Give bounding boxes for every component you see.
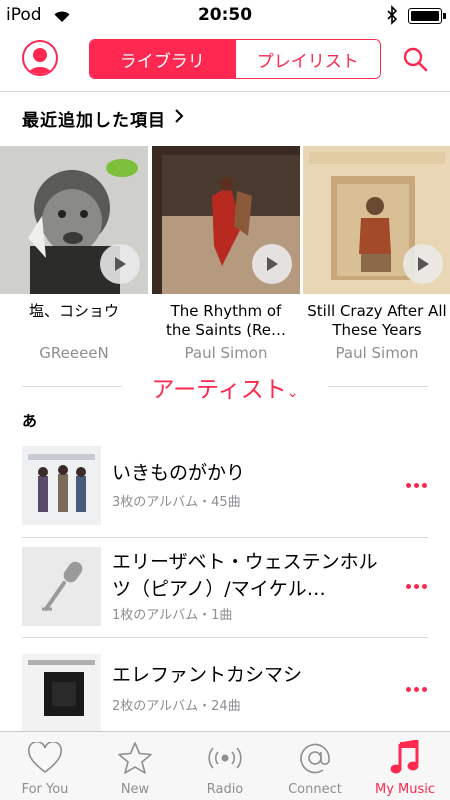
play-icon[interactable] [252, 244, 292, 284]
more-options-icon[interactable] [406, 687, 427, 692]
recently-added-header[interactable]: 最近追加した項目 [22, 106, 184, 131]
tab-connect[interactable]: Connect [270, 732, 360, 800]
radio-icon [180, 738, 270, 778]
play-icon[interactable] [100, 244, 140, 284]
tab-bar: For You New Radio Connect My Music [0, 731, 450, 800]
tab-for-you[interactable]: For You [0, 732, 90, 800]
bluetooth-icon [386, 5, 398, 29]
row-divider [22, 637, 428, 638]
tab-radio[interactable]: Radio [180, 732, 270, 800]
library-playlist-segmented-control: ライブラリ プレイリスト [89, 39, 381, 79]
tab-label: Connect [288, 782, 342, 797]
tab-label: My Music [374, 782, 436, 797]
segment-playlists[interactable]: プレイリスト [234, 40, 380, 78]
tab-label: For You [21, 782, 69, 797]
album-artist: Paul Simon [184, 344, 268, 362]
artist-detail: 3枚のアルバム・45曲 [112, 495, 241, 510]
album-title: The Rhythm of the Saints (Re… [165, 302, 287, 339]
chevron-right-icon [174, 108, 184, 129]
album-artist: Paul Simon [335, 344, 419, 362]
album-artwork [0, 146, 148, 294]
album-title: 塩、コショウ [28, 302, 119, 320]
artists-view-selector[interactable]: アーティスト⌄ [0, 370, 450, 404]
artist-thumbnail [22, 654, 101, 733]
segment-library[interactable]: ライブラリ [90, 40, 235, 78]
artist-detail: 2枚のアルバム・24曲 [112, 699, 241, 714]
tab-new[interactable]: New [90, 732, 180, 800]
heart-icon [0, 738, 90, 778]
artist-placeholder-thumbnail [22, 547, 101, 626]
battery-icon [408, 8, 446, 24]
star-icon [90, 738, 180, 778]
clock: 20:50 [197, 5, 253, 25]
music-note-icon [360, 738, 450, 778]
nav-bar: ライブラリ プレイリスト [0, 30, 450, 92]
tab-my-music[interactable]: My Music [360, 732, 450, 800]
account-avatar-button[interactable] [22, 40, 58, 76]
list-item[interactable]: エリーザベト・ウェステンホルツ（ピアノ）/マイケル… 1枚のアルバム・1曲 [0, 547, 450, 651]
row-divider [22, 537, 428, 538]
artist-thumbnail [22, 446, 101, 525]
album-artwork [303, 146, 450, 294]
tab-label: New [120, 782, 150, 797]
album-card[interactable]: 塩、コショウ GReeeeN [0, 146, 148, 362]
at-icon [270, 738, 360, 778]
play-icon[interactable] [403, 244, 443, 284]
index-letter: あ [22, 412, 38, 430]
list-item[interactable]: いきものがかり 3枚のアルバム・45曲 [0, 446, 450, 550]
more-options-icon[interactable] [406, 584, 427, 589]
artist-name: エレファントカシマシ [112, 664, 303, 686]
album-title: Still Crazy After All These Years [307, 302, 447, 339]
tab-label: Radio [206, 782, 244, 797]
artist-detail: 1枚のアルバム・1曲 [112, 608, 233, 623]
artist-name: いきものがかり [112, 462, 246, 484]
album-artist: GReeeeN [39, 344, 109, 362]
album-card[interactable]: Still Crazy After All These Years Paul S… [303, 146, 450, 362]
album-card[interactable]: The Rhythm of the Saints (Re… Paul Simon [152, 146, 300, 362]
recently-added-title: 最近追加した項目 [22, 111, 166, 131]
album-artwork [152, 146, 300, 294]
chevron-down-icon: ⌄ [286, 385, 299, 401]
search-icon[interactable] [402, 46, 428, 76]
section-title: アーティスト [151, 377, 287, 403]
artist-name: エリーザベト・ウェステンホルツ（ピアノ）/マイケル… [112, 551, 378, 600]
status-bar: iPod 20:50 [0, 0, 450, 30]
more-options-icon[interactable] [406, 483, 427, 488]
